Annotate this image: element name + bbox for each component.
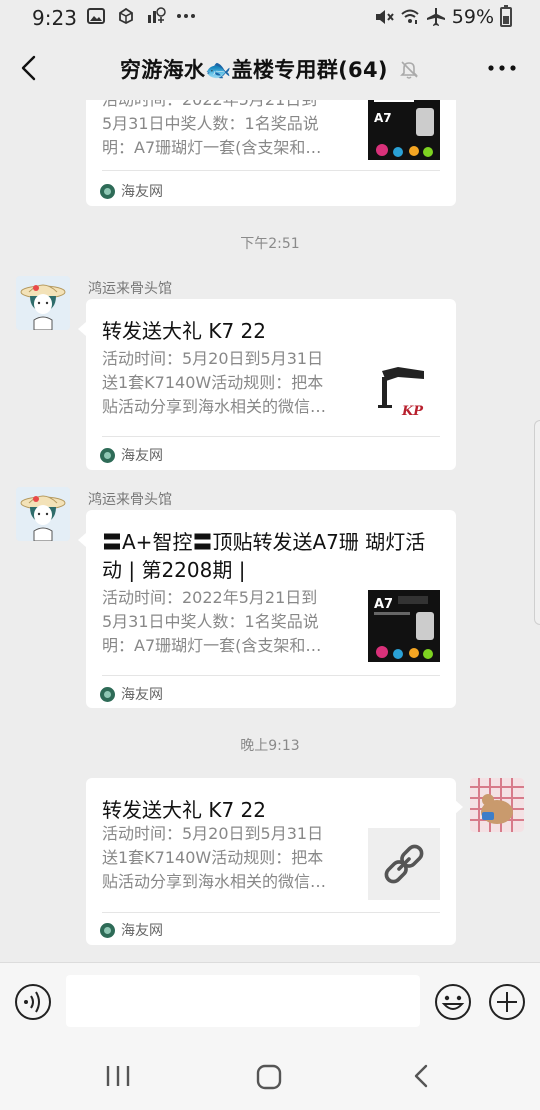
plus-icon	[489, 984, 525, 1020]
voice-button[interactable]	[14, 983, 52, 1021]
card-source: 海友网	[100, 445, 163, 465]
airplane-icon	[426, 7, 446, 27]
status-bar: 9:23 59%	[0, 0, 540, 36]
thumb-label: A7	[374, 111, 392, 125]
message-list[interactable]: 活动时间：2022年5月21日到 5月31日中奖人数：1名奖品说 明：A7珊瑚灯…	[0, 100, 540, 962]
status-right: 59%	[374, 5, 512, 28]
card-thumbnail: A7	[368, 590, 440, 662]
link-card[interactable]: 活动时间：2022年5月21日到 5月31日中奖人数：1名奖品说 明：A7珊瑚灯…	[86, 100, 456, 206]
card-desc-line: 贴活动分享到海水相关的微信…	[102, 872, 327, 891]
card-title: 〓A+智控〓顶贴转发送A7珊 瑚灯活动 | 第2208期 |	[102, 530, 426, 582]
avatar[interactable]	[16, 276, 70, 330]
timestamp: 下午2:51	[240, 236, 300, 252]
image-icon	[86, 6, 106, 26]
more-dots-icon	[488, 65, 516, 71]
thumb-label: A7	[374, 597, 393, 612]
source-name: 海友网	[121, 687, 163, 703]
timestamp: 晚上9:13	[240, 738, 300, 754]
card-divider	[102, 912, 440, 913]
source-name: 海友网	[121, 923, 163, 939]
source-logo-icon	[100, 447, 115, 463]
card-desc-line: 活动时间：5月20日到5月31日	[102, 824, 324, 843]
card-desc-line: 活动时间：2022年5月21日到	[102, 588, 318, 607]
system-nav-bar	[0, 1040, 540, 1110]
message-input[interactable]	[66, 975, 420, 1027]
source-logo-icon	[100, 686, 115, 702]
card-desc-line: 明：A7珊瑚灯一套(含支架和…	[102, 138, 322, 157]
card-description: 活动时间：2022年5月21日到 5月31日中奖人数：1名奖品说 明：A7珊瑚灯…	[102, 100, 352, 160]
avatar[interactable]	[470, 778, 524, 832]
link-card[interactable]: 〓A+智控〓顶贴转发送A7珊 瑚灯活动 | 第2208期 | 活动时间：2022…	[86, 510, 456, 708]
sender-name: 鸿运来骨头馆	[88, 281, 172, 297]
bell-off-icon	[398, 58, 420, 80]
input-bar	[0, 962, 540, 1040]
recent-apps-button[interactable]	[104, 1062, 132, 1090]
status-left-icons	[86, 6, 196, 26]
card-desc-line: 送1套K7140W活动规则：把本	[102, 373, 324, 392]
thumb-label: KP	[401, 404, 424, 419]
link-card[interactable]: 转发送大礼 K7 22 活动时间：5月20日到5月31日 送1套K7140W活动…	[86, 299, 456, 470]
source-name: 海友网	[121, 184, 163, 200]
card-title: 转发送大礼 K7 22	[102, 319, 267, 343]
back-icon	[414, 1064, 428, 1088]
source-name: 海友网	[121, 448, 163, 464]
emoji-icon	[435, 984, 471, 1020]
home-icon	[256, 1064, 282, 1090]
sender-name: 鸿运来骨头馆	[88, 492, 172, 508]
chat-title: 穷游海水🐟盖楼专用群(64)	[120, 58, 388, 82]
link-icon	[384, 844, 424, 884]
battery-fill	[503, 16, 509, 24]
card-divider	[102, 170, 440, 171]
voice-icon	[15, 984, 51, 1020]
more-dots-icon	[176, 6, 196, 26]
wifi-icon	[400, 7, 420, 27]
avatar[interactable]	[16, 487, 70, 541]
card-divider	[102, 675, 440, 676]
card-desc-line: 贴活动分享到海水相关的微信…	[102, 397, 327, 416]
edge-panel-handle[interactable]	[534, 420, 540, 625]
card-source: 海友网	[100, 684, 163, 704]
card-desc-line: 送1套K7140W活动规则：把本	[102, 848, 324, 867]
card-thumbnail: A7	[368, 100, 440, 160]
more-button[interactable]	[486, 56, 518, 80]
bubble-tail	[455, 800, 463, 814]
recent-apps-icon	[106, 1066, 130, 1086]
card-desc-line: 活动时间：2022年5月21日到	[102, 100, 352, 112]
card-description: 活动时间：2022年5月21日到 5月31日中奖人数：1名奖品说 明：A7珊瑚灯…	[102, 586, 352, 658]
source-logo-icon	[100, 183, 115, 199]
card-source: 海友网	[100, 181, 163, 201]
card-thumbnail: KP	[368, 351, 440, 423]
bubble-tail	[78, 322, 86, 336]
no-signal-icon	[146, 6, 166, 26]
mute-icon	[374, 7, 394, 27]
card-desc-line: 5月31日中奖人数：1名奖品说	[102, 612, 319, 631]
card-description: 活动时间：5月20日到5月31日 送1套K7140W活动规则：把本 贴活动分享到…	[102, 822, 352, 894]
card-description: 活动时间：5月20日到5月31日 送1套K7140W活动规则：把本 贴活动分享到…	[102, 347, 352, 419]
home-button[interactable]	[254, 1062, 284, 1092]
card-desc-line: 明：A7珊瑚灯一套(含支架和…	[102, 636, 322, 655]
source-logo-icon	[100, 922, 115, 938]
status-time: 9:23	[32, 6, 77, 30]
title-bar: 穷游海水🐟盖楼专用群(64)	[0, 36, 540, 100]
link-card[interactable]: 转发送大礼 K7 22 活动时间：5月20日到5月31日 送1套K7140W活动…	[86, 778, 456, 945]
box-icon	[116, 6, 136, 26]
card-thumbnail	[368, 828, 440, 900]
plus-button[interactable]	[488, 983, 526, 1021]
emoji-button[interactable]	[434, 983, 472, 1021]
chevron-left-icon	[21, 55, 36, 81]
card-title: 转发送大礼 K7 22	[102, 798, 267, 822]
card-desc-line: 5月31日中奖人数：1名奖品说	[102, 114, 319, 133]
bubble-tail	[78, 533, 86, 547]
card-source: 海友网	[100, 920, 163, 940]
battery-percent: 59%	[451, 6, 494, 28]
card-desc-line: 活动时间：5月20日到5月31日	[102, 349, 324, 368]
card-divider	[102, 436, 440, 437]
battery-icon	[500, 5, 512, 27]
nav-back-button[interactable]	[408, 1062, 434, 1090]
back-button[interactable]	[12, 50, 48, 86]
